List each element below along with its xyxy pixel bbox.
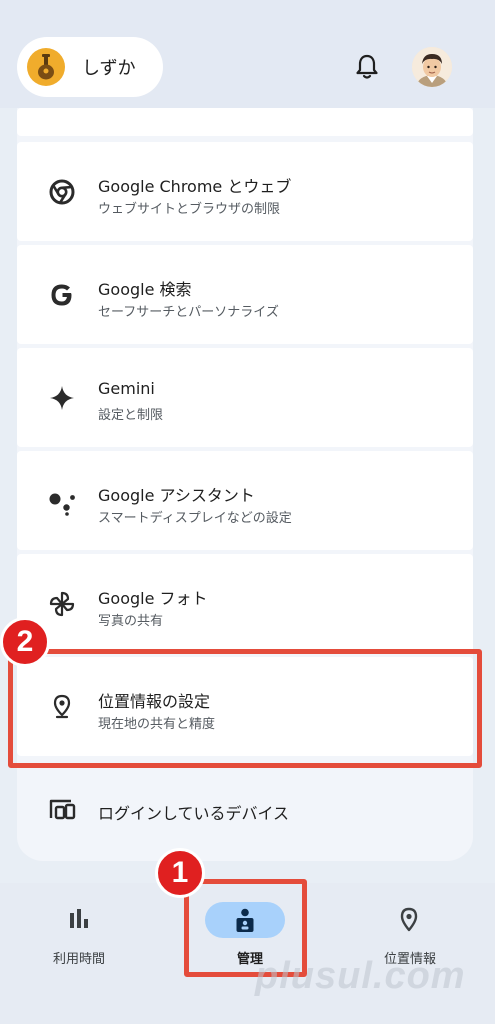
account-switcher[interactable]: しずか (17, 37, 163, 97)
bar-chart-icon (67, 908, 91, 934)
nav-label: 利用時間 (52, 952, 105, 967)
gemini-sparkle-icon (47, 383, 77, 413)
list-item-partial[interactable] (17, 108, 473, 136)
card-subtitle: セーフサーチとパーソナライズ (98, 305, 279, 320)
google-g-icon (47, 280, 77, 310)
card-subtitle: スマートディスプレイなどの設定 (98, 511, 292, 526)
card-title: Google Chrome とウェブ (98, 177, 292, 196)
app-header: しずか (0, 0, 495, 108)
assistant-dots-icon (47, 486, 77, 516)
step-badge-1: 1 (155, 848, 205, 898)
watermark: plusul.com (255, 955, 466, 997)
chrome-icon (47, 177, 77, 207)
card-title: Google 検索 (98, 280, 192, 299)
list-item-assistant[interactable]: Google アシスタント スマートディスプレイなどの設定 (17, 451, 473, 550)
list-item-search[interactable]: Google 検索 セーフサーチとパーソナライズ (17, 245, 473, 344)
card-subtitle: ウェブサイトとブラウザの制限 (98, 202, 281, 217)
card-title: ログインしているデバイス (98, 804, 290, 823)
nav-usage[interactable]: 利用時間 (9, 883, 149, 1024)
profile-avatar[interactable] (412, 47, 452, 87)
kid-account-icon (27, 48, 65, 86)
card-title: Google フォト (98, 589, 208, 608)
photos-pinwheel-icon (47, 589, 77, 619)
devices-icon (47, 795, 77, 825)
bell-icon[interactable] (354, 53, 380, 81)
highlight-location-settings (8, 649, 482, 768)
card-title: Gemini (98, 379, 155, 398)
nav-location[interactable]: 位置情報 (340, 883, 480, 1024)
list-item-photos[interactable]: Google フォト 写真の共有 (17, 554, 473, 653)
card-title: Google アシスタント (98, 486, 255, 505)
list-item-chrome[interactable]: Google Chrome とウェブ ウェブサイトとブラウザの制限 (17, 142, 473, 241)
step-badge-2: 2 (0, 617, 50, 667)
location-pin-icon (398, 907, 420, 937)
card-subtitle: 写真の共有 (98, 614, 164, 629)
account-name: しずか (82, 58, 136, 79)
list-item-devices[interactable]: ログインしているデバイス (17, 760, 473, 859)
card-subtitle: 設定と制限 (98, 408, 164, 423)
list-item-gemini[interactable]: Gemini 設定と制限 (17, 348, 473, 447)
